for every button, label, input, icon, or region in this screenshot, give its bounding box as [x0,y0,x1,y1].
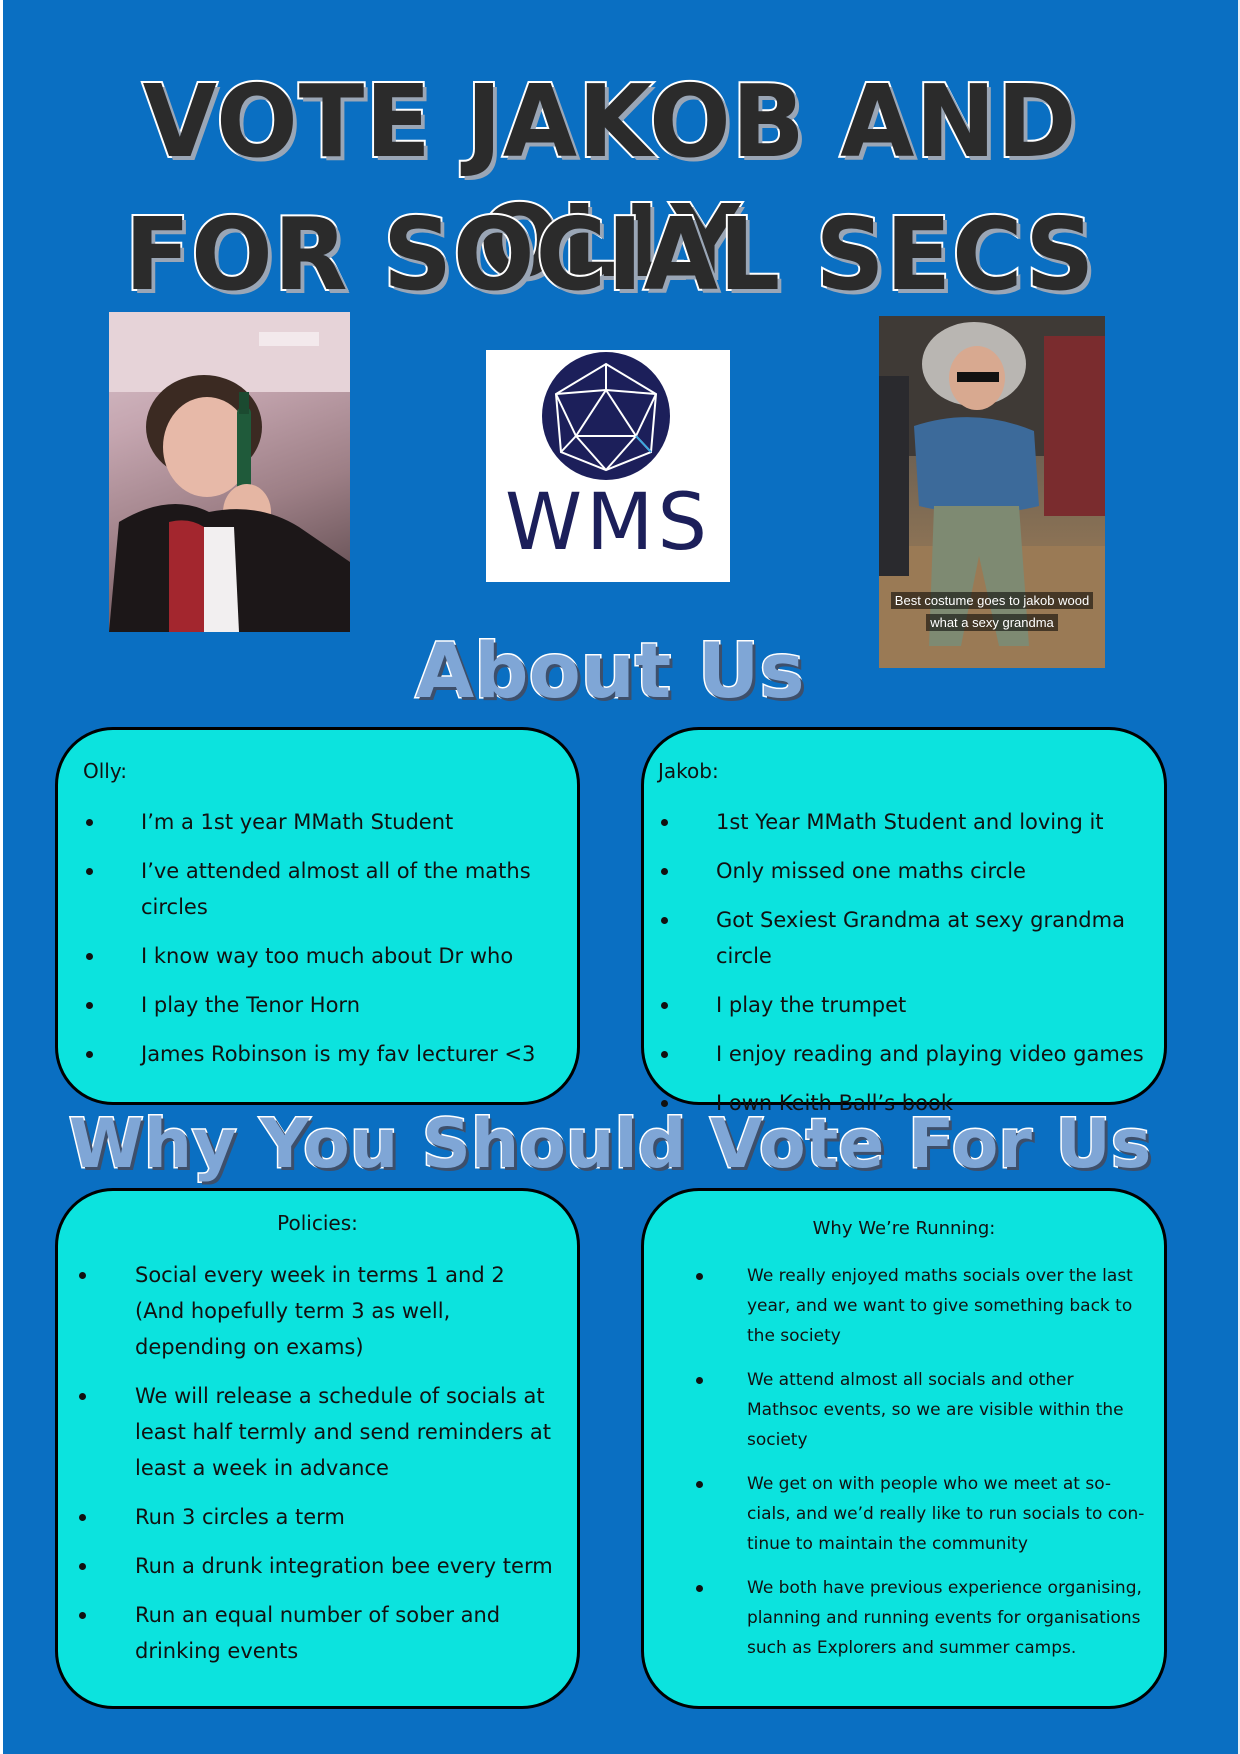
olly-heading: Olly: [83,759,127,783]
page-edge [0,0,3,1754]
list-item: I play the Tenor Horn [86,987,556,1023]
olly-photo [109,312,350,632]
list-item: I’ve attended almost all of the maths ci… [86,853,556,925]
list-item: 1st Year MMath Student and loving it [661,804,1176,840]
list-item: We get on with people who we meet at so-… [696,1469,1147,1559]
list-item: We both have previous experience organis… [696,1573,1147,1663]
list-item: We will release a schedule of socials at… [79,1378,555,1486]
list-item: Social every week in terms 1 and 2 (And … [79,1257,555,1365]
jakob-about-panel: Jakob: 1st Year MMath Student and loving… [641,727,1167,1115]
list-item: Run 3 circles a term [79,1499,555,1535]
list-item: Run a drunk integration bee every term [79,1548,555,1584]
list-item: We really enjoyed maths socials over the… [696,1261,1147,1351]
policies-heading: Policies: [277,1211,358,1235]
list-item: I play the trumpet [661,987,1176,1023]
icosahedron-icon [542,352,670,480]
list-item: Run an equal number of sober and drinkin… [79,1597,555,1669]
jakob-heading: Jakob: [658,759,719,783]
list-item: We attend almost all socials and other M… [696,1365,1147,1455]
olly-about-panel: Olly: I’m a 1st year MMath Student I’ve … [55,727,580,1105]
list-item: I know way too much about Dr who [86,938,556,974]
caption-line-1: Best costume goes to jakob wood [890,592,1094,609]
list-item: James Robinson is my fav lecturer <3 [86,1036,556,1072]
about-us-title: About Us [414,625,806,717]
olly-facts-list: I’m a 1st year MMath Student I’ve attend… [86,804,556,1085]
list-item: Only missed one maths circle [661,853,1176,889]
wms-logo: WMS [486,350,730,582]
policies-list: Social every week in terms 1 and 2 (And … [79,1257,555,1682]
headline-line-2: FOR SOCIAL SECS [123,196,1097,313]
jakob-facts-list: 1st Year MMath Student and loving it Onl… [661,804,1176,1134]
list-item: I’m a 1st year MMath Student [86,804,556,840]
list-item: I enjoy reading and playing video games [661,1036,1176,1072]
list-item: Got Sexiest Grandma at sexy grandma circ… [661,902,1176,974]
why-vote-title: Why You Should Vote For Us [67,1104,1153,1186]
why-running-list: We really enjoyed maths socials over the… [696,1261,1147,1677]
wms-logo-text: WMS [505,478,711,568]
election-poster: VOTE JAKOB AND OLLY FOR SOCIAL SECS WMS … [0,0,1240,1754]
olly-photo-illustration [109,312,350,632]
why-running-panel: Why We’re Running: We really enjoyed mat… [641,1188,1167,1709]
why-running-heading: Why We’re Running: [812,1218,996,1239]
policies-panel: Policies: Social every week in terms 1 a… [55,1188,580,1709]
